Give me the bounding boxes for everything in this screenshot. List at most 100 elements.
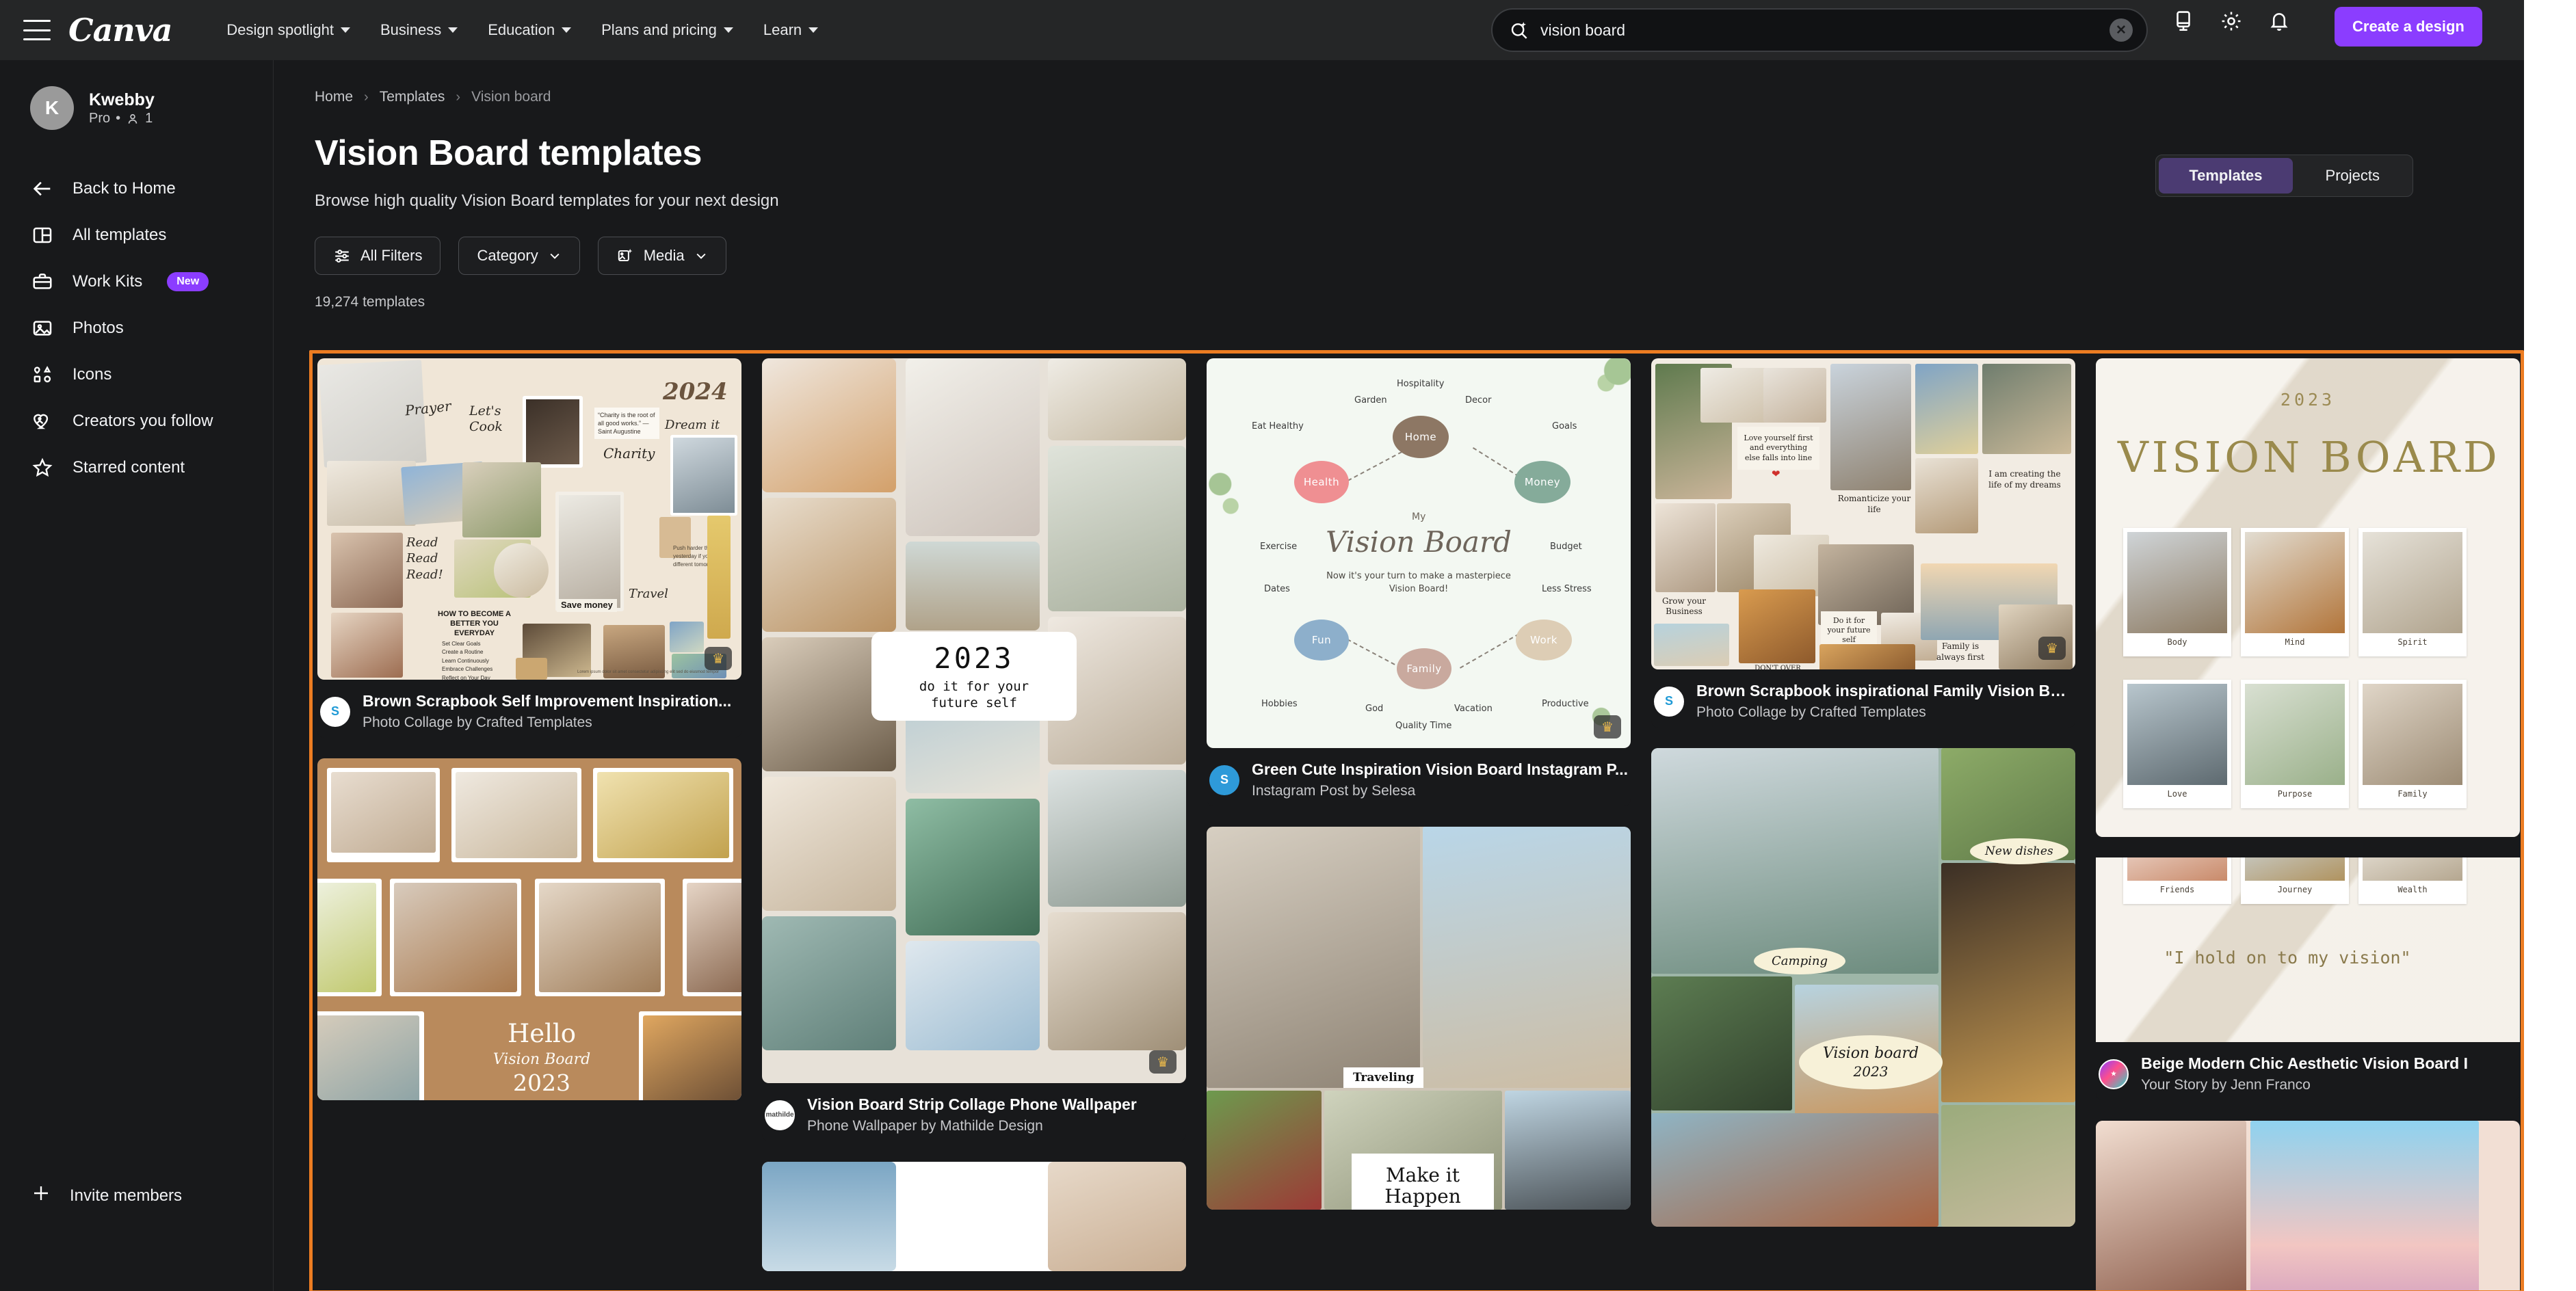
gear-icon[interactable] [2220,10,2243,33]
collage-text: Travel [629,587,668,601]
mindmap-leaf-less-stress: Less Stress [1542,584,1592,594]
template-thumbnail[interactable]: Camping New dishes Vision board 2023 [1651,748,2075,1227]
nav-label: Education [488,21,555,38]
chevron-down-icon [696,253,706,259]
collage-label: Make it Happen [1352,1154,1494,1210]
brand-avatar[interactable]: S [320,696,350,727]
template-thumbnail[interactable]: Love yourself first and everything else … [1651,358,2075,669]
create-a-design-button[interactable]: Create a design [2335,7,2482,46]
template-card[interactable]: Camping New dishes Vision board 2023 [1651,748,2075,1227]
collage-heading: Hello [507,1019,577,1048]
sidebar-item-back-to-home[interactable]: Back to Home [0,165,273,212]
sidebar-item-work-kits[interactable]: Work Kits New [0,258,273,305]
sidebar-item-starred-content[interactable]: Starred content [0,444,273,491]
template-card[interactable]: 2023 VISION BOARD Body Mind Spirit Love … [2096,358,2520,837]
template-thumbnail[interactable]: Prayer Let's Cook “Charity is the root o… [317,358,741,680]
template-title: Vision Board Strip Collage Phone Wallpap… [807,1095,1137,1113]
template-thumbnail[interactable]: Hello Vision Board 2023 [317,758,741,1100]
breadcrumb-home[interactable]: Home [315,89,353,105]
template-meta: S Brown Scrapbook Self Improvement Inspi… [317,680,741,738]
sidebar-item-label: Icons [73,365,112,384]
nav-item-design-spotlight[interactable]: Design spotlight [211,14,365,46]
brand-avatar[interactable]: S [1654,686,1684,717]
collage-quote: "I hold on to my vision" [2164,948,2411,968]
tab-projects[interactable]: Projects [2296,158,2410,194]
template-card[interactable]: Prayer Let's Cook “Charity is the root o… [317,358,741,738]
clear-search-icon[interactable]: ✕ [2110,18,2133,42]
collage-label-group: Vision board 2023 [1799,1035,1943,1089]
collage-subheading: Vision Board [492,1051,591,1068]
template-thumbnail[interactable]: Traveling Make it Happen [1207,827,1631,1210]
collage-label: Vision board [1822,1045,1919,1062]
category-filter-button[interactable]: Category [458,237,580,275]
display-icon[interactable] [2172,10,2195,33]
template-card[interactable]: Home Health Money Fun Family Work Hospit… [1207,358,1631,806]
shapes-icon [30,362,55,387]
template-thumbnail[interactable]: 2023 do it for your future self ♛ [762,358,1186,1083]
grid-column-5: 2023 VISION BOARD Body Mind Spirit Love … [2096,358,2520,1291]
profile-block[interactable]: K Kwebby Pro • 1 [0,60,273,130]
template-card[interactable]: 2023 do it for your future self ♛ mathil… [762,358,1186,1141]
sidebar-item-all-templates[interactable]: All templates [0,212,273,258]
canva-logo[interactable]: Canva [68,12,172,49]
brand-avatar[interactable]: ★ [2099,1059,2129,1089]
template-thumbnail[interactable] [2096,1121,2520,1291]
template-title: Brown Scrapbook Self Improvement Inspira… [363,692,732,710]
top-bar-icons [2172,10,2291,33]
collage-year: 2023 [1853,1063,1889,1080]
collage-text: Let's Cook [469,403,503,434]
all-filters-button[interactable]: All Filters [315,237,441,275]
chevron-down-icon [809,27,819,33]
media-sparkle-icon [618,248,633,262]
nav-item-business[interactable]: Business [365,14,473,46]
invite-members-button[interactable]: Invite members [0,1171,212,1220]
template-card[interactable] [2096,1121,2520,1291]
search-input[interactable] [1540,21,2110,40]
pro-crown-icon: ♛ [2038,637,2066,660]
sidebar: K Kwebby Pro • 1 Back to Home All templa… [0,60,274,1291]
pro-crown-icon: ♛ [705,647,732,670]
template-meta: S Brown Scrapbook inspirational Family V… [1651,669,2075,728]
template-card[interactable]: Love yourself first and everything else … [1651,358,2075,728]
sliders-icon [335,250,349,263]
template-card[interactable]: Hello Vision Board 2023 [317,758,741,1100]
brand-avatar[interactable]: S [1209,764,1239,795]
nav-label: Business [380,21,442,38]
breadcrumb-templates[interactable]: Templates [380,89,445,105]
filter-label: Category [477,247,538,264]
template-thumbnail[interactable]: Home Health Money Fun Family Work Hospit… [1207,358,1631,748]
nav-item-learn[interactable]: Learn [748,14,833,46]
mindmap-node-health: Health [1294,461,1349,503]
sidebar-item-icons[interactable]: Icons [0,351,273,398]
nav-item-plans-and-pricing[interactable]: Plans and pricing [586,14,748,46]
polaroid-label: Body [2167,637,2187,647]
sidebar-item-label: Starred content [73,458,185,477]
hamburger-menu-icon[interactable] [23,20,51,40]
tab-templates[interactable]: Templates [2159,158,2293,194]
collage-text: I am creating the life of my dreams [1988,469,2061,490]
template-thumbnail[interactable] [762,1162,1186,1271]
collage-bullets: Set Clear Goals Create a Routine Learn C… [442,641,493,680]
media-filter-button[interactable]: Media [597,237,726,275]
canva-templates-page: Canva Design spotlight Business Educatio… [0,0,2524,1291]
search-bar[interactable]: ✕ [1491,8,2148,52]
nav-item-education[interactable]: Education [473,14,586,46]
collage-year: 2023 [2280,390,2336,410]
polaroid-label: Friends [2159,885,2195,894]
sidebar-item-label: Work Kits [73,272,143,291]
template-thumbnail[interactable]: 2023 VISION BOARD Body Mind Spirit Love … [2096,358,2520,837]
collage-year: 2023 [934,641,1014,675]
collage-caption: do it for your future self [919,678,1029,710]
sidebar-item-creators-you-follow[interactable]: Creators you follow [0,398,273,444]
brand-avatar[interactable]: mathilde [765,1100,795,1130]
collage-text: Prayer [404,397,452,419]
template-card[interactable]: Traveling Make it Happen [1207,827,1631,1210]
nav-label: Design spotlight [226,21,334,38]
heart-image-icon [30,409,55,434]
template-thumbnail-continued[interactable]: Friends Journey Wealth "I hold on to my … [2096,857,2520,1042]
collage-heading: VISION BOARD [2118,432,2501,482]
bell-icon[interactable] [2268,10,2291,33]
sidebar-item-photos[interactable]: Photos [0,305,273,351]
template-card[interactable] [762,1162,1186,1271]
template-card[interactable]: Friends Journey Wealth "I hold on to my … [2096,857,2520,1100]
